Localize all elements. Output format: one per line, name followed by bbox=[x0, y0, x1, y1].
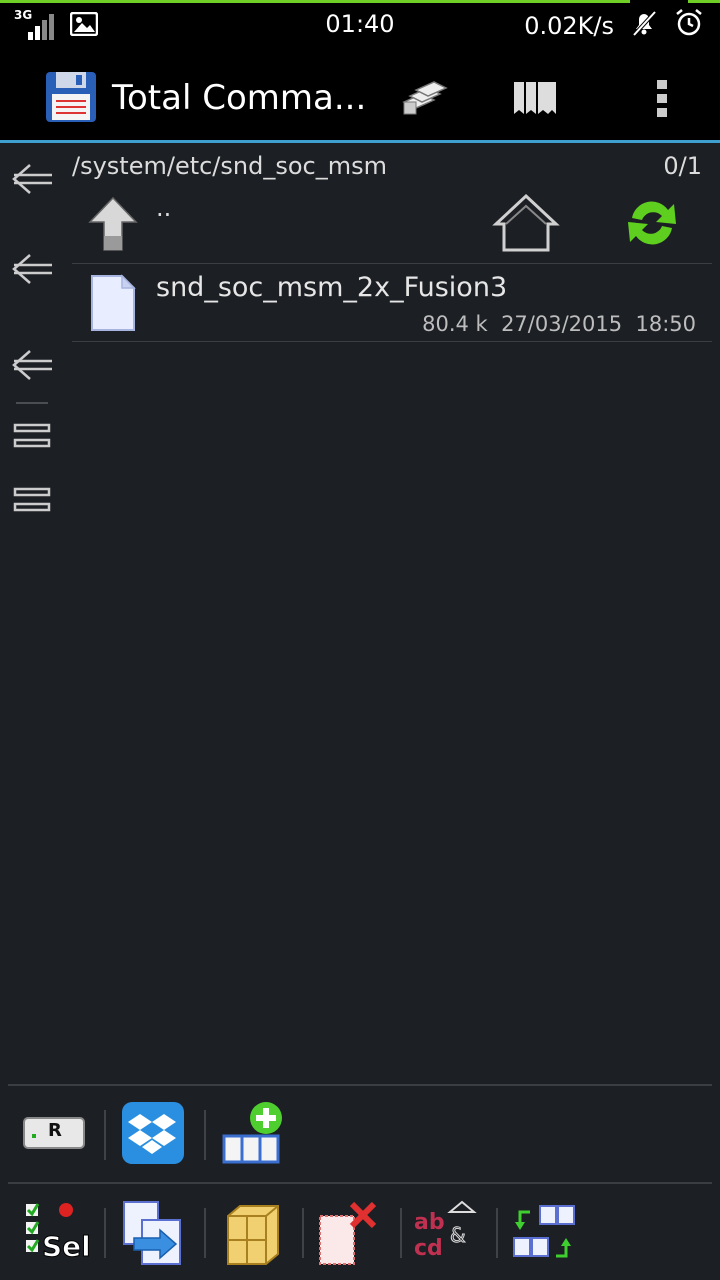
toolbar-top: R bbox=[8, 1084, 712, 1182]
menu-lines-icon-1[interactable] bbox=[10, 422, 54, 456]
home-icon[interactable] bbox=[492, 192, 560, 258]
delete-button[interactable] bbox=[316, 1198, 386, 1268]
delete-icon bbox=[319, 1201, 377, 1265]
menu-lines-icon-2[interactable] bbox=[10, 486, 54, 520]
select-button[interactable]: Sel bbox=[22, 1198, 92, 1268]
back-arrow-icon-1[interactable] bbox=[10, 162, 54, 200]
progress-line bbox=[0, 0, 630, 3]
toolbar-separator bbox=[302, 1208, 304, 1258]
muted-bell-icon bbox=[630, 9, 658, 43]
rail-divider bbox=[16, 402, 48, 404]
toolbar-separator bbox=[204, 1208, 206, 1258]
status-bar: 3G 01:40 0.02K/s bbox=[0, 0, 720, 50]
swap-panels-icon bbox=[513, 1205, 575, 1258]
toolbar-bottom: Sel & ab cd bbox=[8, 1182, 712, 1280]
toolbar-separator bbox=[204, 1110, 206, 1160]
toolbar-separator bbox=[400, 1208, 402, 1258]
file-meta: 80.4 k 27/03/2015 18:50 bbox=[422, 312, 696, 336]
copy-stack-icon[interactable] bbox=[400, 76, 448, 122]
refresh-icon[interactable] bbox=[624, 194, 680, 256]
file-date: 27/03/2015 bbox=[501, 312, 623, 336]
overflow-menu-icon[interactable] bbox=[654, 78, 670, 124]
floppy-disk-icon[interactable] bbox=[44, 70, 98, 128]
current-path: /system/etc/snd_soc_msm bbox=[72, 152, 387, 180]
parent-directory-label: .. bbox=[156, 194, 172, 222]
status-right: 0.02K/s bbox=[524, 8, 704, 44]
up-arrow-icon[interactable] bbox=[86, 196, 140, 256]
rename-label-top: ab bbox=[414, 1210, 445, 1235]
rename-label-bottom: cd bbox=[414, 1236, 443, 1261]
dropbox-button[interactable] bbox=[120, 1100, 190, 1170]
svg-text:&: & bbox=[450, 1223, 466, 1247]
file-name: snd_soc_msm_2x_Fusion3 bbox=[156, 272, 508, 303]
toolbar-separator bbox=[104, 1208, 106, 1258]
toolbar-separator bbox=[104, 1110, 106, 1160]
r-plugin-button[interactable]: R bbox=[22, 1100, 92, 1170]
app-bar: Total Comma... bbox=[0, 50, 720, 143]
pack-icon bbox=[227, 1205, 279, 1265]
add-button[interactable] bbox=[220, 1100, 290, 1170]
copy-move-button[interactable] bbox=[120, 1198, 190, 1268]
swap-panels-button[interactable] bbox=[510, 1198, 580, 1268]
dropbox-icon bbox=[122, 1102, 184, 1164]
alarm-icon bbox=[674, 8, 704, 44]
copy-move-icon bbox=[123, 1201, 181, 1265]
left-rail bbox=[0, 146, 66, 1086]
pack-button[interactable] bbox=[220, 1198, 290, 1268]
file-icon bbox=[90, 274, 136, 336]
file-time: 18:50 bbox=[635, 312, 696, 336]
toolbar-separator bbox=[496, 1208, 498, 1258]
file-size: 80.4 k bbox=[422, 312, 488, 336]
r-plugin-label: R bbox=[48, 1120, 62, 1141]
back-arrow-icon-2[interactable] bbox=[10, 252, 54, 290]
back-arrow-icon-3[interactable] bbox=[10, 348, 54, 386]
add-button-icon bbox=[222, 1102, 282, 1164]
network-speed: 0.02K/s bbox=[524, 12, 614, 40]
parent-directory-row[interactable]: .. bbox=[72, 190, 712, 264]
file-row[interactable]: snd_soc_msm_2x_Fusion3 80.4 k 27/03/2015… bbox=[72, 266, 712, 342]
select-label: Sel bbox=[42, 1230, 92, 1264]
progress-line-right bbox=[688, 0, 720, 3]
bookmarks-icon[interactable] bbox=[512, 80, 558, 120]
selection-count: 0/1 bbox=[663, 152, 702, 180]
rename-button[interactable]: & ab cd bbox=[412, 1198, 482, 1268]
app-title: Total Comma... bbox=[112, 78, 367, 118]
